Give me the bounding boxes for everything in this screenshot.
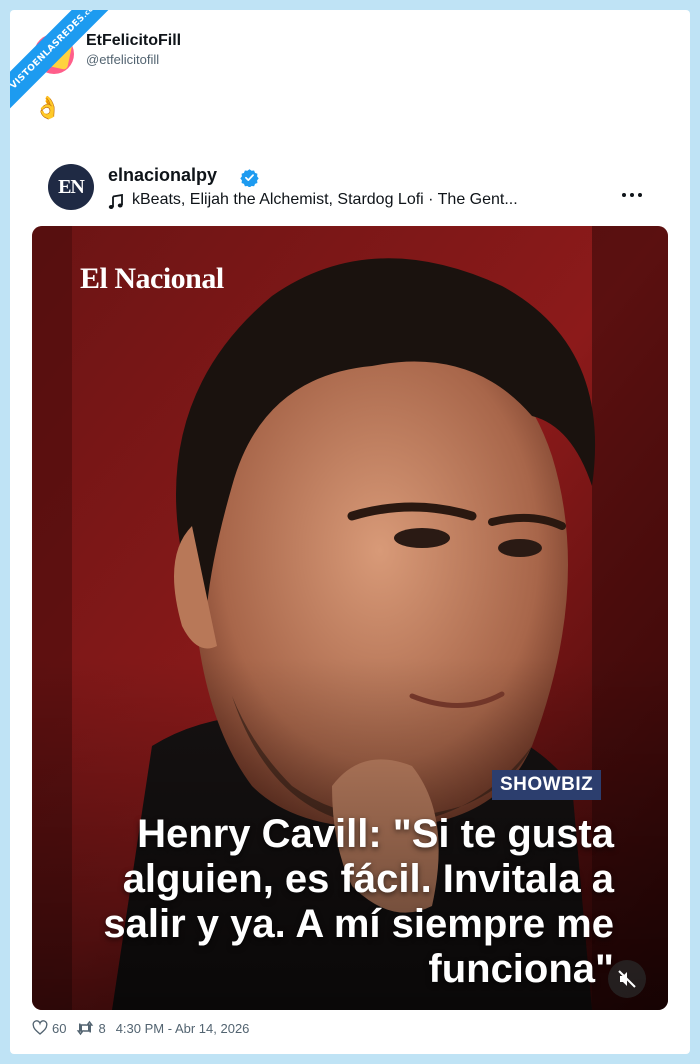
media-headline: Henry Cavill: "Si te gusta alguien, es f… [103,812,614,991]
tweet-card: VISTOENLASREDES.com EtFelicitoFill @etfe… [10,10,690,1054]
tweet-footer: 60 8 4:30 PM - Abr 14, 2026 [32,1020,249,1036]
like-button[interactable]: 60 [32,1020,66,1036]
retweet-button[interactable]: 8 [76,1020,106,1036]
media-brand-logo: El Nacional [80,262,224,295]
tweet-timestamp[interactable]: 4:30 PM - Abr 14, 2026 [116,1021,250,1036]
post-media[interactable]: El Nacional SHOWBIZ Henry Cavill: "Si te… [32,226,668,1010]
music-note-icon [108,194,123,209]
author-name[interactable]: EtFelicitoFill [86,32,181,50]
music-track[interactable]: kBeats, Elijah the Alchemist, Stardog Lo… [132,191,592,209]
speaker-muted-icon [618,970,636,988]
retweet-count: 8 [98,1020,106,1036]
category-badge: SHOWBIZ [492,770,602,800]
verified-badge-icon [240,169,259,187]
retweet-icon [77,1020,94,1036]
author-handle[interactable]: @etfelicitofill [86,52,159,67]
more-options-icon[interactable] [622,184,648,197]
ok-hand-emoji: 👌 [34,95,62,120]
mute-button[interactable] [608,960,646,998]
like-count: 60 [52,1020,67,1036]
heart-icon [32,1020,48,1035]
embed-avatar[interactable]: EN [48,164,94,210]
embed-author-name[interactable]: elnacionalpy [108,165,217,186]
watermark-text: VISTOENLASREDES [10,12,88,92]
